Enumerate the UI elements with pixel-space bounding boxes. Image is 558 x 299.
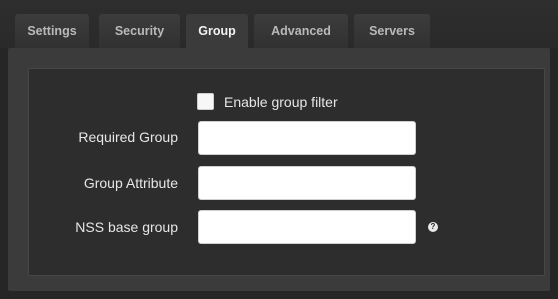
required-group-input[interactable] [198,121,416,155]
tab-bar: Settings Security Group Advanced Servers [0,0,558,50]
nss-base-group-label: NSS base group [75,219,178,235]
required-group-label: Required Group [78,129,178,145]
tab-security[interactable]: Security [99,14,180,48]
tab-advanced[interactable]: Advanced [254,14,348,48]
group-attribute-input[interactable] [198,166,416,200]
enable-group-filter-label: Enable group filter [224,94,338,110]
tab-servers[interactable]: Servers [354,14,430,48]
enable-group-filter-checkbox[interactable] [197,93,214,110]
tab-group[interactable]: Group [186,14,248,50]
nss-base-group-input[interactable] [198,210,416,244]
question-circle-icon[interactable]: ? [428,222,438,232]
tab-settings[interactable]: Settings [15,14,89,48]
group-attribute-label: Group Attribute [83,175,178,191]
